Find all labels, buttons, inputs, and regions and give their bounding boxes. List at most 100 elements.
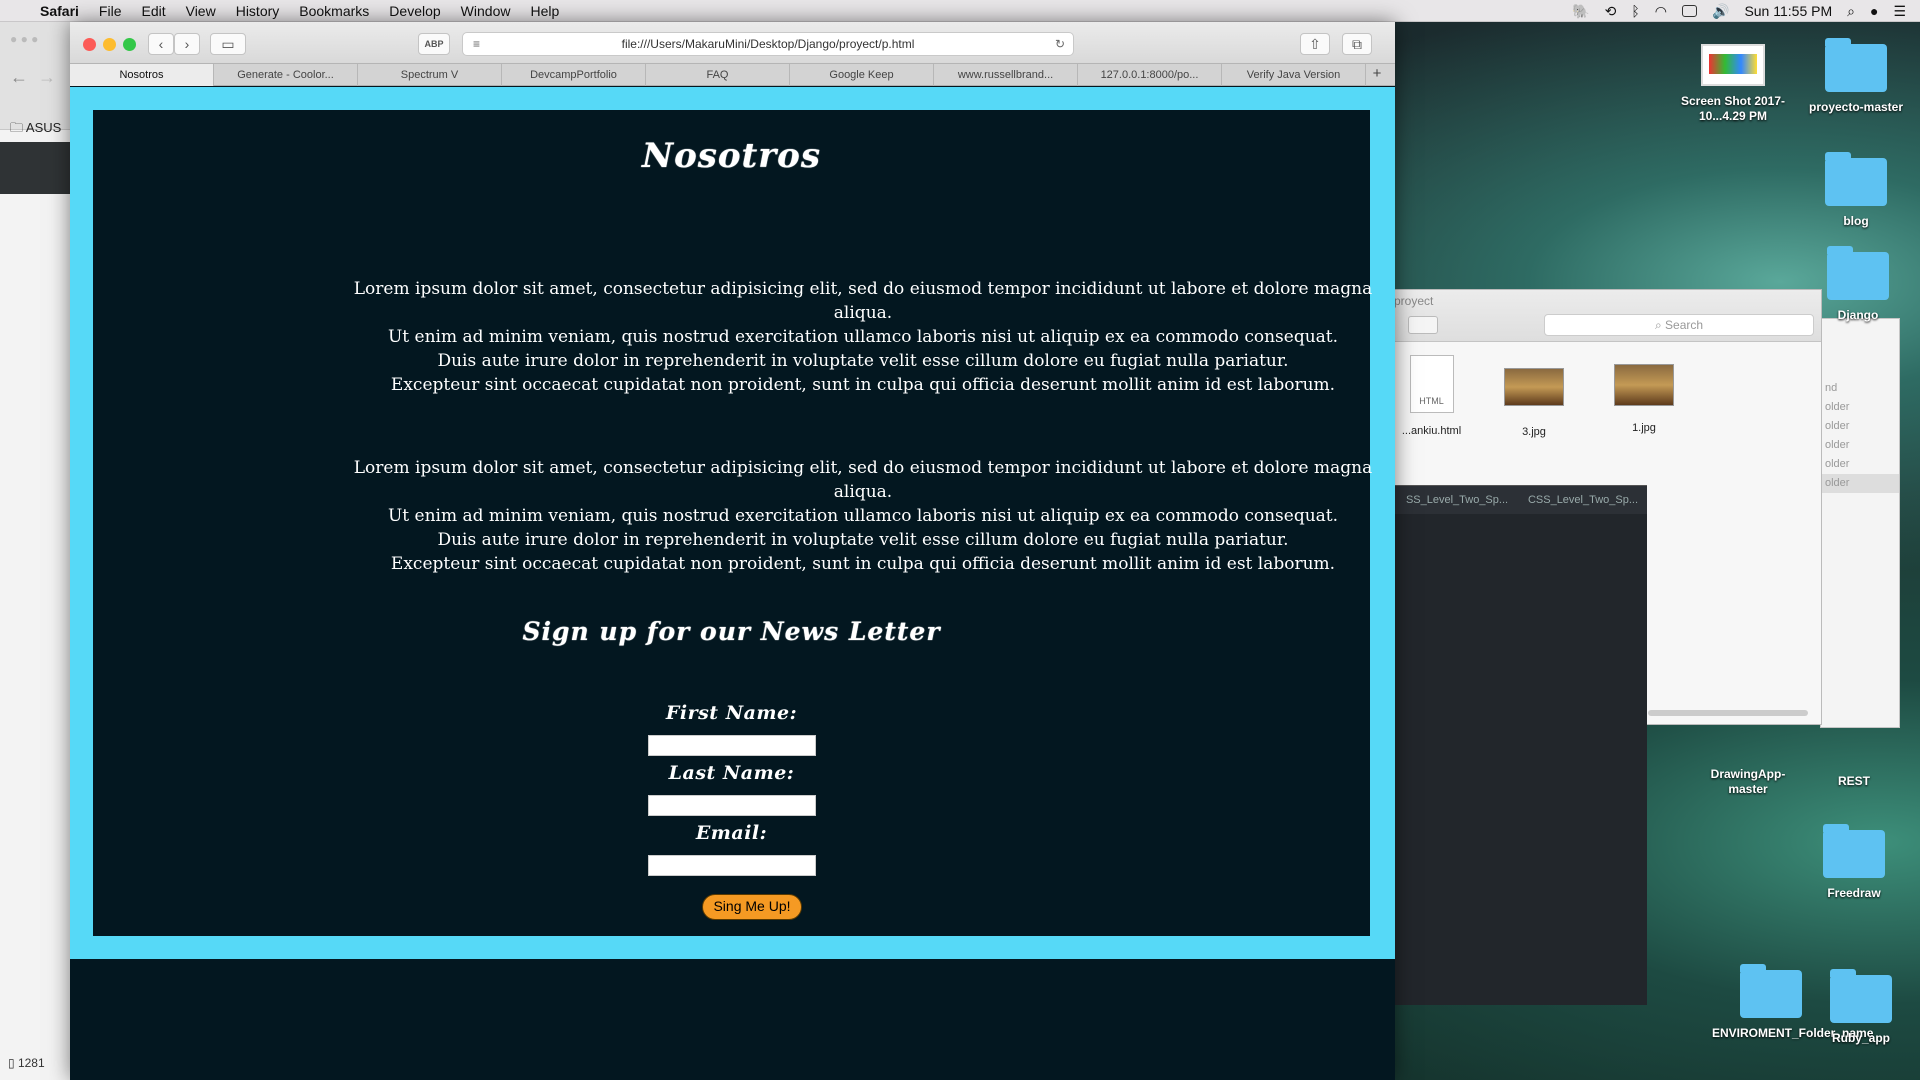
paragraph-line: Duis aute irure dolor in reprehenderit i… [437, 530, 1289, 550]
tab-java-version[interactable]: Verify Java Version [1222, 64, 1366, 86]
tab-nosotros[interactable]: Nosotros [70, 64, 214, 86]
file-item[interactable]: HTML ...ankiu.html [1394, 355, 1469, 437]
desktop-icon-blog[interactable]: blog [1801, 152, 1911, 229]
forward-button[interactable]: › [174, 33, 200, 55]
desktop-icon-django[interactable]: Django [1803, 246, 1913, 323]
clock[interactable]: Sun 11:55 PM [1744, 3, 1832, 19]
reload-icon[interactable]: ↻ [1055, 33, 1065, 55]
image-thumbnail [1614, 364, 1674, 406]
page-frame: Nosotros Lorem ipsum dolor sit amet, con… [70, 87, 1395, 959]
icon-label: REST [1837, 774, 1870, 788]
menu-help[interactable]: Help [530, 3, 559, 19]
elephant-icon[interactable]: 🐘 [1572, 3, 1589, 20]
download-item[interactable]: ▯ 1281 [8, 1056, 45, 1070]
last-name-label: Last Name: [668, 762, 795, 784]
notification-center-icon[interactable]: ☰ [1893, 3, 1906, 20]
html-file-icon: HTML [1409, 355, 1454, 413]
first-name-field[interactable] [648, 735, 816, 756]
list-row[interactable]: older [1821, 474, 1899, 493]
background-page-header [0, 142, 75, 194]
zoom-window-button[interactable] [123, 38, 136, 51]
tab-russellbrand[interactable]: www.russellbrand... [934, 64, 1078, 86]
folder-icon [1823, 824, 1885, 878]
menu-develop[interactable]: Develop [389, 3, 440, 19]
wifi-icon[interactable]: ◠ [1655, 3, 1667, 20]
desktop-icon-drawingapp[interactable]: DrawingApp-master [1693, 767, 1803, 797]
editor-tab[interactable]: SS_Level_Two_Sp... [1394, 486, 1520, 514]
tab-google-keep[interactable]: Google Keep [790, 64, 934, 86]
sign-up-button[interactable]: Sing Me Up! [702, 894, 802, 920]
spotlight-icon[interactable]: ⌕ [1847, 3, 1855, 20]
list-row[interactable]: older [1821, 417, 1899, 436]
finder-search-input[interactable]: ⌕ Search [1544, 314, 1814, 336]
traffic-lights-inactive-icon: ● ● ● [10, 32, 39, 46]
folder-icon [1825, 38, 1887, 92]
chevron-left-icon: ‹ [158, 36, 164, 52]
list-row[interactable]: older [1821, 436, 1899, 455]
volume-icon[interactable]: 🔊 [1712, 3, 1729, 20]
desktop-icon-ruby-app[interactable]: Ruby_app [1806, 969, 1916, 1046]
menu-history[interactable]: History [236, 3, 280, 19]
list-row[interactable]: older [1821, 455, 1899, 474]
screenshot-icon [1701, 44, 1765, 86]
forward-arrow-icon[interactable]: → [38, 67, 56, 88]
sidebar-button[interactable]: ▭ [210, 33, 246, 55]
siri-icon[interactable]: ● [1870, 3, 1878, 19]
paragraph-1: Lorem ipsum dolor sit amet, consectetur … [353, 277, 1373, 397]
file-name: 1.jpg [1632, 422, 1656, 434]
new-tab-button[interactable]: + [1366, 64, 1388, 86]
email-field[interactable] [648, 855, 816, 876]
time-machine-icon[interactable]: ⟲ [1605, 3, 1617, 20]
desktop-icon-screenshot[interactable]: Screen Shot 2017-10...4.29 PM [1678, 44, 1788, 124]
menu-bookmarks[interactable]: Bookmarks [299, 3, 369, 19]
menu-edit[interactable]: Edit [141, 3, 165, 19]
back-arrow-icon[interactable]: ← [10, 67, 28, 88]
bluetooth-icon[interactable]: ᛒ [1631, 3, 1639, 19]
minimize-window-button[interactable] [103, 38, 116, 51]
airplay-icon[interactable] [1682, 5, 1697, 17]
tab-devcamp[interactable]: DevcampPortfolio [502, 64, 646, 86]
list-header: nd [1825, 382, 1838, 394]
desktop-icon-proyecto-master[interactable]: proyecto-master [1801, 38, 1911, 115]
menu-view[interactable]: View [186, 3, 216, 19]
tab-spectrum[interactable]: Spectrum V [358, 64, 502, 86]
tab-faq[interactable]: FAQ [646, 64, 790, 86]
tabs-overview-button[interactable]: ⧉ [1342, 33, 1372, 55]
file-item[interactable]: 1.jpg [1604, 364, 1684, 434]
paragraph-line: Excepteur sint occaecat cupidatat non pr… [390, 554, 1336, 574]
adblock-button[interactable]: ABP [418, 33, 450, 55]
file-name: ...ankiu.html [1401, 425, 1462, 437]
icon-label: Ruby_app [1831, 1031, 1890, 1045]
desktop-icon-freedraw[interactable]: Freedraw [1799, 824, 1909, 901]
file-item[interactable]: 3.jpg [1494, 368, 1574, 438]
search-icon: ⌕ [1654, 318, 1666, 332]
chevron-right-icon: › [184, 36, 190, 52]
tag-button[interactable] [1408, 316, 1438, 334]
browser-window: ‹ › ▭ ABP ≡ file:///Users/MakaruMini/Des… [70, 22, 1395, 1080]
icon-label: Django [1837, 308, 1879, 322]
tab-localhost[interactable]: 127.0.0.1:8000/po... [1078, 64, 1222, 86]
paragraph-2: Lorem ipsum dolor sit amet, consectetur … [353, 456, 1373, 576]
share-button[interactable]: ⇧ [1300, 33, 1330, 55]
back-button[interactable]: ‹ [148, 33, 174, 55]
icon-label: proyecto-master [1808, 100, 1904, 114]
reader-icon[interactable]: ≡ [473, 33, 480, 55]
address-bar[interactable]: ≡ file:///Users/MakaruMini/Desktop/Djang… [462, 32, 1074, 56]
menu-window[interactable]: Window [461, 3, 511, 19]
last-name-field[interactable] [648, 795, 816, 816]
paragraph-line: Ut enim ad minim veniam, quis nostrud ex… [387, 506, 1339, 526]
finder-title: proyect [1394, 294, 1434, 308]
scrollbar[interactable] [1648, 710, 1808, 716]
editor-window: SS_Level_Two_Sp... CSS_Level_Two_Sp... [1394, 485, 1647, 1005]
menu-file[interactable]: File [99, 3, 122, 19]
editor-tab[interactable]: CSS_Level_Two_Sp... [1520, 486, 1646, 514]
close-window-button[interactable] [83, 38, 96, 51]
tab-coolors[interactable]: Generate - Coolor... [214, 64, 358, 86]
desktop-icon-rest[interactable]: REST [1799, 774, 1909, 789]
list-row[interactable]: older [1821, 398, 1899, 417]
folder-icon [1830, 969, 1892, 1023]
menu-app-safari[interactable]: Safari [40, 3, 79, 19]
web-page: Nosotros Lorem ipsum dolor sit amet, con… [70, 87, 1395, 1080]
list-window: nd older older older older older [1820, 318, 1900, 728]
favorites-bar-item[interactable]: 🗀 ASUS [10, 119, 61, 141]
